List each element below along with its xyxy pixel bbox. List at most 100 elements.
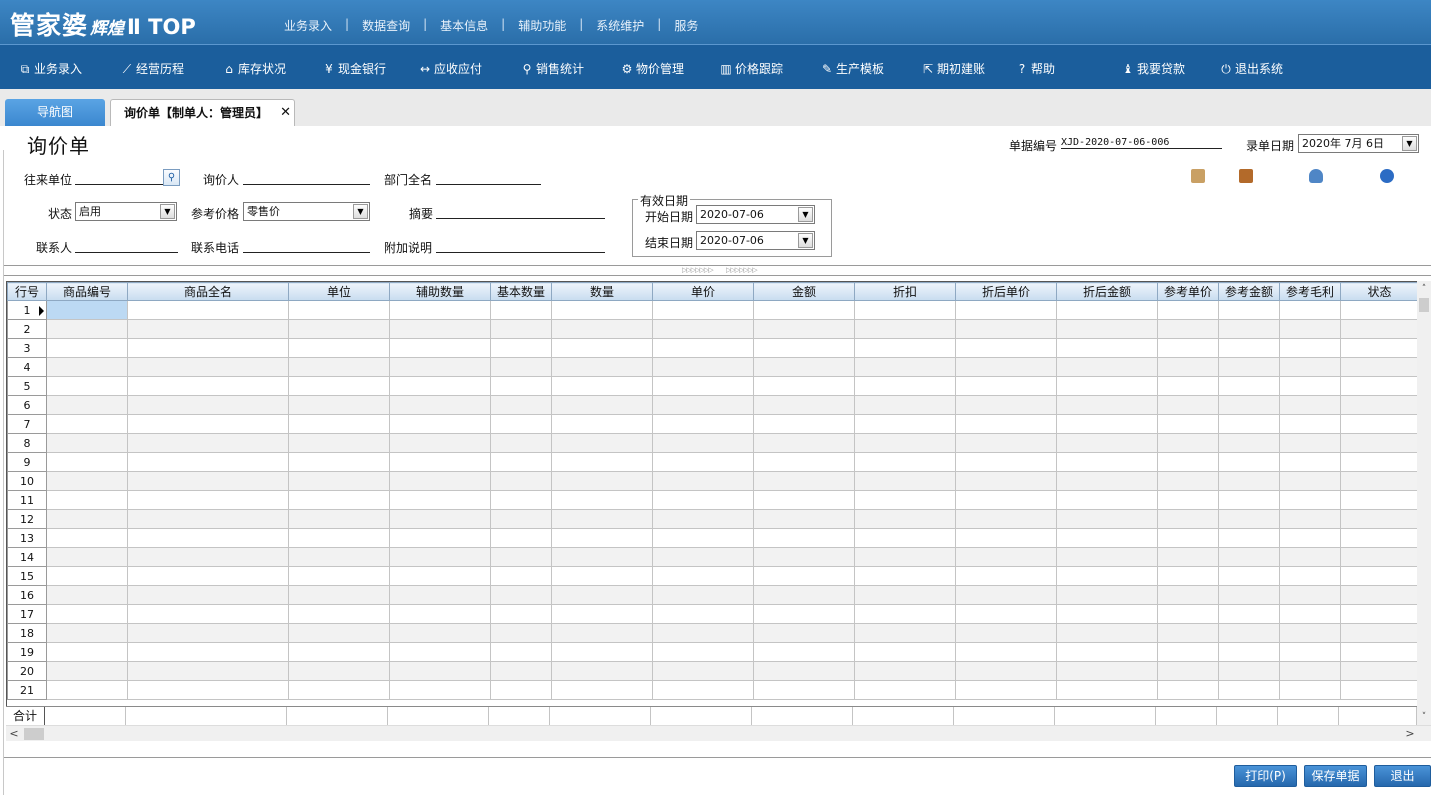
grid-cell[interactable] (1157, 547, 1219, 567)
grid-cell[interactable] (1218, 357, 1280, 377)
grid-cell[interactable] (389, 642, 491, 662)
grid-cell[interactable] (652, 433, 754, 453)
column-header[interactable]: 参考单价 (1157, 282, 1219, 301)
grid-cell[interactable] (1279, 528, 1341, 548)
grid-cell[interactable] (1218, 528, 1280, 548)
grid-cell[interactable] (753, 604, 855, 624)
grid-cell[interactable] (1279, 585, 1341, 605)
column-header[interactable]: 辅助数量 (389, 282, 491, 301)
grid-cell[interactable] (1056, 433, 1158, 453)
grid-cell[interactable] (127, 338, 289, 358)
grid-cell[interactable] (288, 414, 390, 434)
row-number[interactable]: 12 (7, 509, 47, 529)
grid-cell[interactable] (389, 509, 491, 529)
grid-cell[interactable] (1157, 300, 1219, 320)
grid-cell[interactable] (753, 376, 855, 396)
row-number[interactable]: 17 (7, 604, 47, 624)
row-number[interactable]: 4 (7, 357, 47, 377)
grid-cell[interactable] (1056, 604, 1158, 624)
grid-cell[interactable] (1218, 547, 1280, 567)
grid-cell[interactable] (127, 414, 289, 434)
grid-cell[interactable] (46, 528, 128, 548)
horizontal-scrollbar[interactable]: < > (6, 725, 1431, 741)
grid-cell[interactable] (1340, 471, 1417, 491)
grid-cell[interactable] (46, 604, 128, 624)
grid-cell[interactable] (652, 528, 754, 548)
panel-splitter[interactable]: ▷▷▷▷▷▷▷ ▷▷▷▷▷▷▷ (4, 265, 1431, 276)
grid-cell[interactable] (551, 585, 653, 605)
grid-cell[interactable] (490, 604, 552, 624)
grid-cell[interactable] (46, 414, 128, 434)
door-icon[interactable] (1239, 169, 1253, 183)
grid-cell[interactable] (753, 509, 855, 529)
grid-cell[interactable] (288, 490, 390, 510)
grid-cell[interactable] (652, 642, 754, 662)
grid-cell[interactable] (955, 680, 1057, 700)
grid-cell[interactable] (288, 376, 390, 396)
grid-cell[interactable] (288, 585, 390, 605)
grid-cell[interactable] (46, 680, 128, 700)
grid-cell[interactable] (46, 376, 128, 396)
row-number[interactable]: 15 (7, 566, 47, 586)
grid-cell[interactable] (1218, 566, 1280, 586)
grid-cell[interactable] (652, 623, 754, 643)
grid-cell[interactable] (1157, 604, 1219, 624)
grid-cell[interactable] (955, 528, 1057, 548)
grid-cell[interactable] (551, 414, 653, 434)
chevron-down-icon[interactable]: ▼ (353, 204, 368, 219)
grid-cell[interactable] (955, 433, 1057, 453)
grid-cell[interactable] (490, 452, 552, 472)
grid-cell[interactable] (1340, 642, 1417, 662)
grid-cell[interactable] (1056, 319, 1158, 339)
grid-cell[interactable] (1056, 623, 1158, 643)
grid-cell[interactable] (753, 395, 855, 415)
grid-cell[interactable] (1218, 452, 1280, 472)
grid-cell[interactable] (46, 547, 128, 567)
grid-cell[interactable] (288, 433, 390, 453)
grid-cell[interactable] (854, 471, 956, 491)
column-header[interactable]: 折扣 (854, 282, 956, 301)
column-header[interactable]: 商品编号 (46, 282, 128, 301)
nav-item[interactable]: ↔ 应收应付 (418, 60, 482, 77)
grid-cell[interactable] (955, 300, 1057, 320)
grid-cell[interactable] (1056, 471, 1158, 491)
grid-cell[interactable] (551, 623, 653, 643)
grid-cell[interactable] (854, 414, 956, 434)
grid-cell[interactable] (389, 338, 491, 358)
grid-cell[interactable] (955, 661, 1057, 681)
grid-cell[interactable] (46, 490, 128, 510)
grid-cell[interactable] (955, 376, 1057, 396)
row-number[interactable]: 16 (7, 585, 47, 605)
grid-cell[interactable] (389, 661, 491, 681)
grid-cell[interactable] (1279, 395, 1341, 415)
top-menu-item[interactable]: 系统维护 (583, 17, 657, 34)
grid-cell[interactable] (652, 566, 754, 586)
grid-cell[interactable] (127, 376, 289, 396)
grid-cell[interactable] (490, 547, 552, 567)
grid-cell[interactable] (854, 338, 956, 358)
row-number[interactable]: 19 (7, 642, 47, 662)
grid-cell[interactable] (1279, 357, 1341, 377)
grid-cell[interactable] (854, 623, 956, 643)
grid-cell[interactable] (127, 528, 289, 548)
grid-cell[interactable] (288, 452, 390, 472)
nav-item[interactable]: ⚙ 物价管理 (620, 60, 684, 77)
person-icon[interactable] (1309, 169, 1323, 183)
grid-cell[interactable] (1279, 509, 1341, 529)
grid-cell[interactable] (1279, 414, 1341, 434)
grid-cell[interactable] (46, 642, 128, 662)
grid-cell[interactable] (652, 414, 754, 434)
scroll-right-icon[interactable]: > (1402, 726, 1418, 742)
grid-cell[interactable] (1279, 319, 1341, 339)
row-number[interactable]: 5 (7, 376, 47, 396)
nav-item[interactable]: ▥ 价格跟踪 (719, 60, 783, 77)
grid-cell[interactable] (490, 528, 552, 548)
grid-cell[interactable] (1157, 414, 1219, 434)
grid-cell[interactable] (389, 433, 491, 453)
grid-cell[interactable] (854, 357, 956, 377)
grid-cell[interactable] (127, 547, 289, 567)
grid-cell[interactable] (854, 661, 956, 681)
grid-cell[interactable] (490, 376, 552, 396)
ref-price-select[interactable]: 零售价 ▼ (243, 202, 370, 221)
grid-cell[interactable] (955, 585, 1057, 605)
